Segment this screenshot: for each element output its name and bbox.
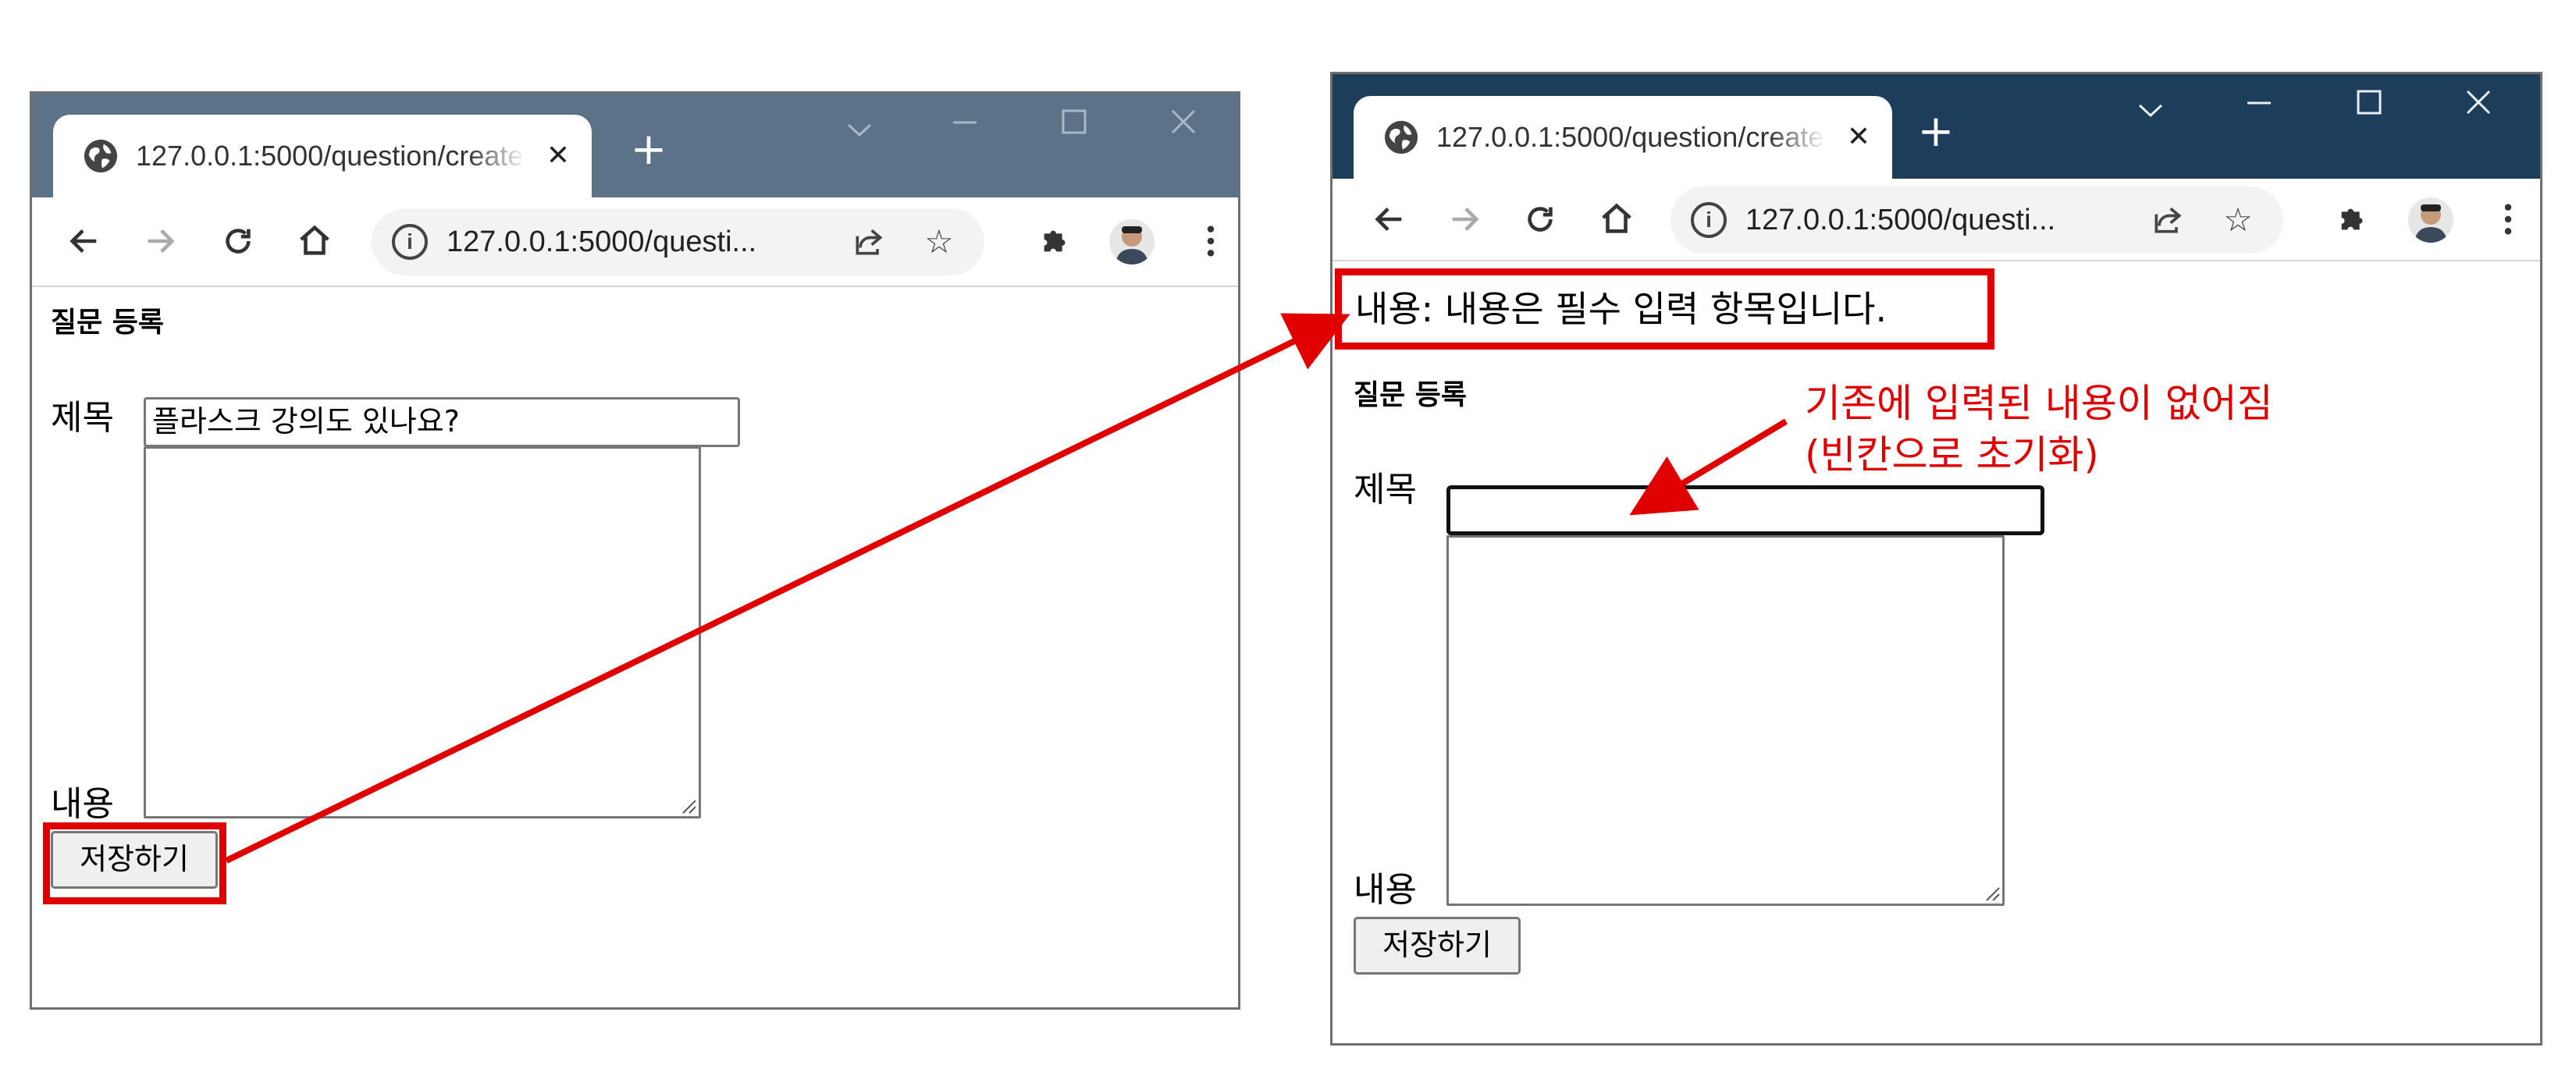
content-label: 내용	[51, 784, 114, 824]
share-icon[interactable]	[2147, 199, 2189, 241]
arrow-left-icon[interactable]	[59, 216, 109, 266]
home-icon[interactable]	[290, 216, 340, 266]
subject-input[interactable]: 플라스크 강의도 있나요?	[144, 397, 740, 447]
resize-grip-icon[interactable]	[678, 796, 697, 815]
close-window-icon[interactable]	[1148, 105, 1219, 151]
star-icon[interactable]: ☆	[2217, 199, 2259, 241]
page-title: 질문 등록	[1354, 379, 1468, 411]
save-button[interactable]: 저장하기	[1354, 917, 1521, 975]
browser-tab[interactable]: 127.0.0.1:5000/question/create ✕	[1354, 96, 1892, 180]
chevron-down-icon[interactable]	[824, 105, 895, 151]
tab-title: 127.0.0.1:5000/question/create	[136, 140, 524, 172]
kebab-menu-icon[interactable]	[1186, 216, 1236, 266]
toolbar: i 127.0.0.1:5000/questi... ☆	[32, 197, 1238, 287]
home-icon[interactable]	[1592, 194, 1642, 244]
chevron-down-icon[interactable]	[2115, 85, 2186, 132]
arrow-right-icon[interactable]	[1439, 194, 1489, 244]
tab-title: 127.0.0.1:5000/question/create	[1436, 121, 1824, 153]
page-title: 질문 등록	[51, 307, 165, 339]
reload-icon[interactable]	[213, 216, 263, 266]
address-bar[interactable]: i 127.0.0.1:5000/questi... ☆	[1670, 186, 2283, 254]
arrow-left-icon[interactable]	[1364, 194, 1414, 244]
close-window-icon[interactable]	[2443, 85, 2514, 132]
maximize-icon[interactable]	[1039, 105, 1109, 151]
subject-input[interactable]	[1446, 485, 2044, 535]
globe-icon	[84, 139, 118, 173]
resize-grip-icon[interactable]	[1982, 883, 2001, 902]
kebab-menu-icon[interactable]	[2483, 194, 2533, 244]
avatar[interactable]	[2408, 197, 2453, 243]
maximize-icon[interactable]	[2334, 85, 2404, 132]
minimize-icon[interactable]	[2224, 85, 2294, 132]
highlight-box-error-message	[1335, 268, 1994, 350]
puzzle-icon[interactable]	[2329, 194, 2379, 244]
browser-window-after: 127.0.0.1:5000/question/create ✕ + i 127…	[1330, 72, 2542, 1046]
annotation-line-1: 기존에 입력된 내용이 없어짐	[1805, 381, 2273, 426]
address-bar[interactable]: i 127.0.0.1:5000/questi... ☆	[372, 208, 984, 275]
subject-label: 제목	[1354, 470, 1417, 510]
share-icon[interactable]	[848, 221, 890, 263]
highlight-box-save-button	[43, 822, 226, 904]
info-icon[interactable]: i	[392, 224, 428, 260]
reload-icon[interactable]	[1515, 194, 1565, 244]
subject-label: 제목	[51, 398, 114, 438]
plus-icon[interactable]: +	[625, 126, 672, 173]
minimize-icon[interactable]	[930, 105, 1000, 151]
toolbar: i 127.0.0.1:5000/questi... ☆	[1332, 179, 2540, 261]
star-icon[interactable]: ☆	[918, 221, 960, 263]
content-label: 내용	[1354, 870, 1417, 910]
content-textarea[interactable]	[1446, 535, 2005, 906]
close-icon[interactable]: ✕	[1843, 119, 1874, 155]
globe-icon	[1384, 120, 1418, 154]
browser-tab[interactable]: 127.0.0.1:5000/question/create ✕	[53, 115, 592, 199]
plus-icon[interactable]: +	[1912, 108, 1959, 155]
content-textarea[interactable]	[144, 446, 701, 818]
url-text: 127.0.0.1:5000/questi...	[1745, 204, 2056, 236]
puzzle-icon[interactable]	[1031, 216, 1081, 266]
info-icon[interactable]: i	[1691, 202, 1727, 238]
arrow-right-icon[interactable]	[135, 216, 185, 266]
url-text: 127.0.0.1:5000/questi...	[447, 225, 757, 258]
avatar[interactable]	[1109, 219, 1155, 265]
title-bar: 127.0.0.1:5000/question/create ✕ +	[32, 94, 1238, 199]
title-bar: 127.0.0.1:5000/question/create ✕ +	[1332, 74, 2540, 180]
annotation-line-2: (빈칸으로 초기화)	[1805, 432, 2099, 478]
close-icon[interactable]: ✕	[543, 138, 574, 174]
